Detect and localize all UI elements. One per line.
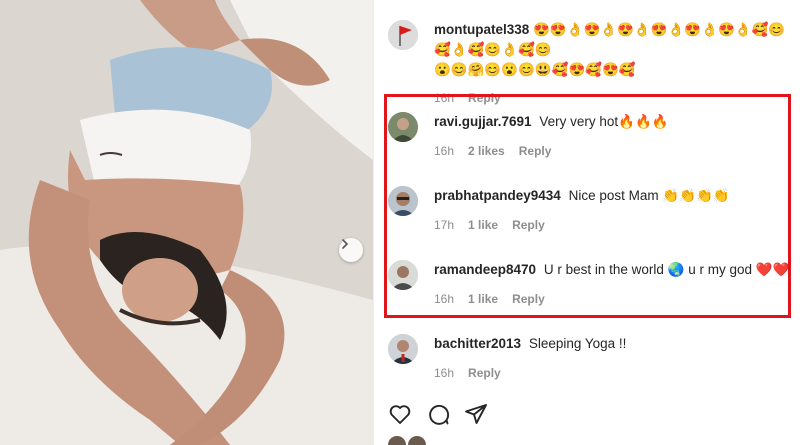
comment-username[interactable]: bachitter2013 [434, 336, 521, 351]
post-photo-illustration [0, 0, 373, 445]
liked-by-avatars [388, 436, 426, 445]
comment-likes[interactable]: 1 like [468, 218, 498, 232]
comment-text: U r best in the world 🌏 u r my god ❤️❤️ [543, 262, 790, 277]
avatar[interactable] [408, 436, 426, 445]
reply-button[interactable]: Reply [519, 144, 552, 158]
comment-body: ravi.gujjar.7691 Very very hot🔥🔥🔥 16h 2 … [434, 112, 794, 158]
reply-button[interactable]: Reply [512, 218, 545, 232]
comment-likes[interactable]: 2 likes [468, 144, 505, 158]
comments-panel: montupatel338 😍😍👌😍👌😍👌😍👌😍👌😍👌🥰😊🥰👌🥰😊👌🥰😊 😮😊🤗… [373, 0, 800, 445]
comment-body: prabhatpandey9434 Nice post Mam 👏👏👏👏 17h… [434, 186, 794, 232]
comment-text: Sleeping Yoga !! [528, 336, 627, 351]
comment-text: Very very hot🔥🔥🔥 [539, 114, 669, 129]
comment-likes[interactable]: 1 like [468, 292, 498, 306]
heart-icon[interactable] [388, 402, 412, 426]
avatar[interactable] [388, 112, 418, 142]
reply-button[interactable]: Reply [468, 366, 501, 380]
avatar-photo [388, 112, 418, 142]
avatar[interactable] [388, 186, 418, 216]
reply-button[interactable]: Reply [468, 91, 501, 105]
avatar[interactable] [388, 20, 418, 50]
post-action-bar [388, 402, 488, 426]
avatar[interactable] [388, 436, 406, 445]
avatar-photo [388, 186, 418, 216]
avatar[interactable] [388, 260, 418, 290]
comment-body: ramandeep8470 U r best in the world 🌏 u … [434, 260, 794, 306]
comment-body: bachitter2013 Sleeping Yoga !! 16h Reply [434, 334, 794, 380]
avatar-photo [388, 260, 418, 290]
chevron-right-icon [342, 239, 349, 249]
avatar-flag-image [388, 20, 418, 50]
next-image-button[interactable] [339, 238, 363, 262]
post-image [0, 0, 373, 445]
reply-button[interactable]: Reply [512, 292, 545, 306]
comment-time: 16h [434, 144, 455, 158]
comment-text-continued: 😮😊🤗😊😮😊😃🥰😍🥰😍🥰 [434, 62, 636, 77]
avatar-photo [388, 334, 418, 364]
comment-time: 16h [434, 91, 455, 105]
comment-time: 16h [434, 292, 455, 306]
comment-text: Nice post Mam 👏👏👏👏 [568, 188, 730, 203]
comment-body: montupatel338 😍😍👌😍👌😍👌😍👌😍👌😍👌🥰😊🥰👌🥰😊👌🥰😊 😮😊🤗… [434, 20, 794, 105]
send-icon[interactable] [464, 402, 488, 426]
comment-username[interactable]: montupatel338 [434, 22, 529, 37]
comment-time: 16h [434, 366, 455, 380]
comment-icon[interactable] [426, 402, 450, 426]
comment-username[interactable]: ravi.gujjar.7691 [434, 114, 532, 129]
comment-username[interactable]: prabhatpandey9434 [434, 188, 561, 203]
avatar[interactable] [388, 334, 418, 364]
comment-username[interactable]: ramandeep8470 [434, 262, 536, 277]
comment-time: 17h [434, 218, 455, 232]
